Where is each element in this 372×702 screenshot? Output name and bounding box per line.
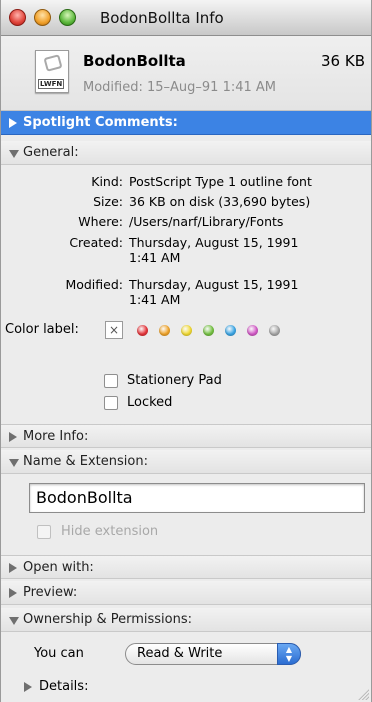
modified-label: Modified:	[65, 277, 123, 292]
details-label: Details:	[39, 679, 89, 694]
section-label: More Info:	[23, 429, 89, 444]
disclosure-triangle-icon[interactable]	[9, 118, 17, 128]
created-value-date: Thursday, August 15, 1991	[129, 235, 299, 250]
section-general[interactable]: General:	[1, 141, 371, 165]
color-label-dot[interactable]	[225, 325, 236, 336]
hide-extension-label: Hide extension	[61, 524, 159, 539]
section-ownership-permissions[interactable]: Ownership & Permissions:	[1, 608, 371, 632]
section-spotlight-comments[interactable]: Spotlight Comments:	[1, 111, 371, 135]
color-label-dot[interactable]	[269, 325, 280, 336]
color-label-dot[interactable]	[247, 325, 258, 336]
color-label-none[interactable]: ×	[105, 321, 123, 339]
file-header: LWFN BodonBollta 36 KB Modified: 15–Aug–…	[1, 36, 371, 111]
file-modified: Modified: 15–Aug–91 1:41 AM	[83, 80, 277, 95]
disclosure-triangle-icon[interactable]	[9, 617, 19, 625]
section-open-with[interactable]: Open with:	[1, 555, 371, 579]
section-label: General:	[23, 145, 79, 160]
section-more-info[interactable]: More Info:	[1, 424, 371, 448]
section-label: Preview:	[23, 585, 78, 600]
window-title: BodonBollta Info	[100, 9, 224, 27]
minimize-button[interactable]	[34, 9, 51, 26]
kind-value: PostScript Type 1 outline font	[129, 174, 312, 189]
size-label: Size:	[93, 194, 123, 209]
file-name: BodonBollta	[83, 52, 186, 70]
section-label: Spotlight Comments:	[23, 115, 178, 130]
where-value: /Users/narf/Library/Fonts	[129, 214, 284, 229]
disclosure-triangle-icon[interactable]	[9, 150, 19, 158]
popup-arrows-icon: ▲ ▼	[277, 643, 301, 665]
disclosure-triangle-icon[interactable]	[9, 459, 19, 467]
color-label-label: Color label:	[5, 322, 79, 337]
stationery-pad-label: Stationery Pad	[127, 373, 222, 388]
color-label-dot[interactable]	[203, 325, 214, 336]
color-label-dot[interactable]	[181, 325, 192, 336]
font-glyph-icon	[43, 54, 63, 72]
section-label: Open with:	[23, 560, 94, 575]
section-preview[interactable]: Preview:	[1, 581, 371, 605]
title-bar[interactable]: BodonBollta Info	[1, 0, 371, 36]
file-size: 36 KB	[321, 52, 365, 70]
you-can-label: You can	[34, 646, 84, 661]
locked-label: Locked	[127, 395, 173, 410]
resize-grip-icon[interactable]	[357, 688, 369, 700]
stationery-pad-checkbox[interactable]	[104, 374, 118, 388]
permissions-popup[interactable]: Read & Write ▲ ▼	[125, 643, 301, 665]
name-field[interactable]: BodonBollta	[29, 483, 365, 513]
created-value-time: 1:41 AM	[129, 250, 181, 265]
modified-value-time: 1:41 AM	[129, 292, 181, 307]
disclosure-triangle-icon[interactable]	[9, 563, 17, 573]
locked-checkbox[interactable]	[104, 396, 118, 410]
section-label: Name & Extension:	[23, 454, 148, 469]
where-label: Where:	[78, 214, 123, 229]
permissions-popup-value: Read & Write	[137, 646, 223, 661]
file-type-tag: LWFN	[38, 79, 65, 89]
section-name-extension[interactable]: Name & Extension:	[1, 450, 371, 474]
disclosure-triangle-icon[interactable]	[9, 588, 17, 598]
modified-value-date: Thursday, August 15, 1991	[129, 277, 299, 292]
hide-extension-checkbox[interactable]	[37, 525, 51, 539]
created-label: Created:	[69, 235, 123, 250]
size-value: 36 KB on disk (33,690 bytes)	[129, 194, 311, 209]
color-label-dot[interactable]	[159, 325, 170, 336]
details-disclosure-icon[interactable]	[24, 682, 32, 692]
disclosure-triangle-icon[interactable]	[9, 432, 17, 442]
color-label-dot[interactable]	[137, 325, 148, 336]
close-button[interactable]	[9, 9, 26, 26]
section-label: Ownership & Permissions:	[23, 612, 192, 627]
kind-label: Kind:	[91, 174, 123, 189]
info-window: BodonBollta Info LWFN BodonBollta 36 KB …	[0, 0, 372, 702]
font-file-icon: LWFN	[35, 50, 69, 93]
zoom-button[interactable]	[59, 9, 76, 26]
